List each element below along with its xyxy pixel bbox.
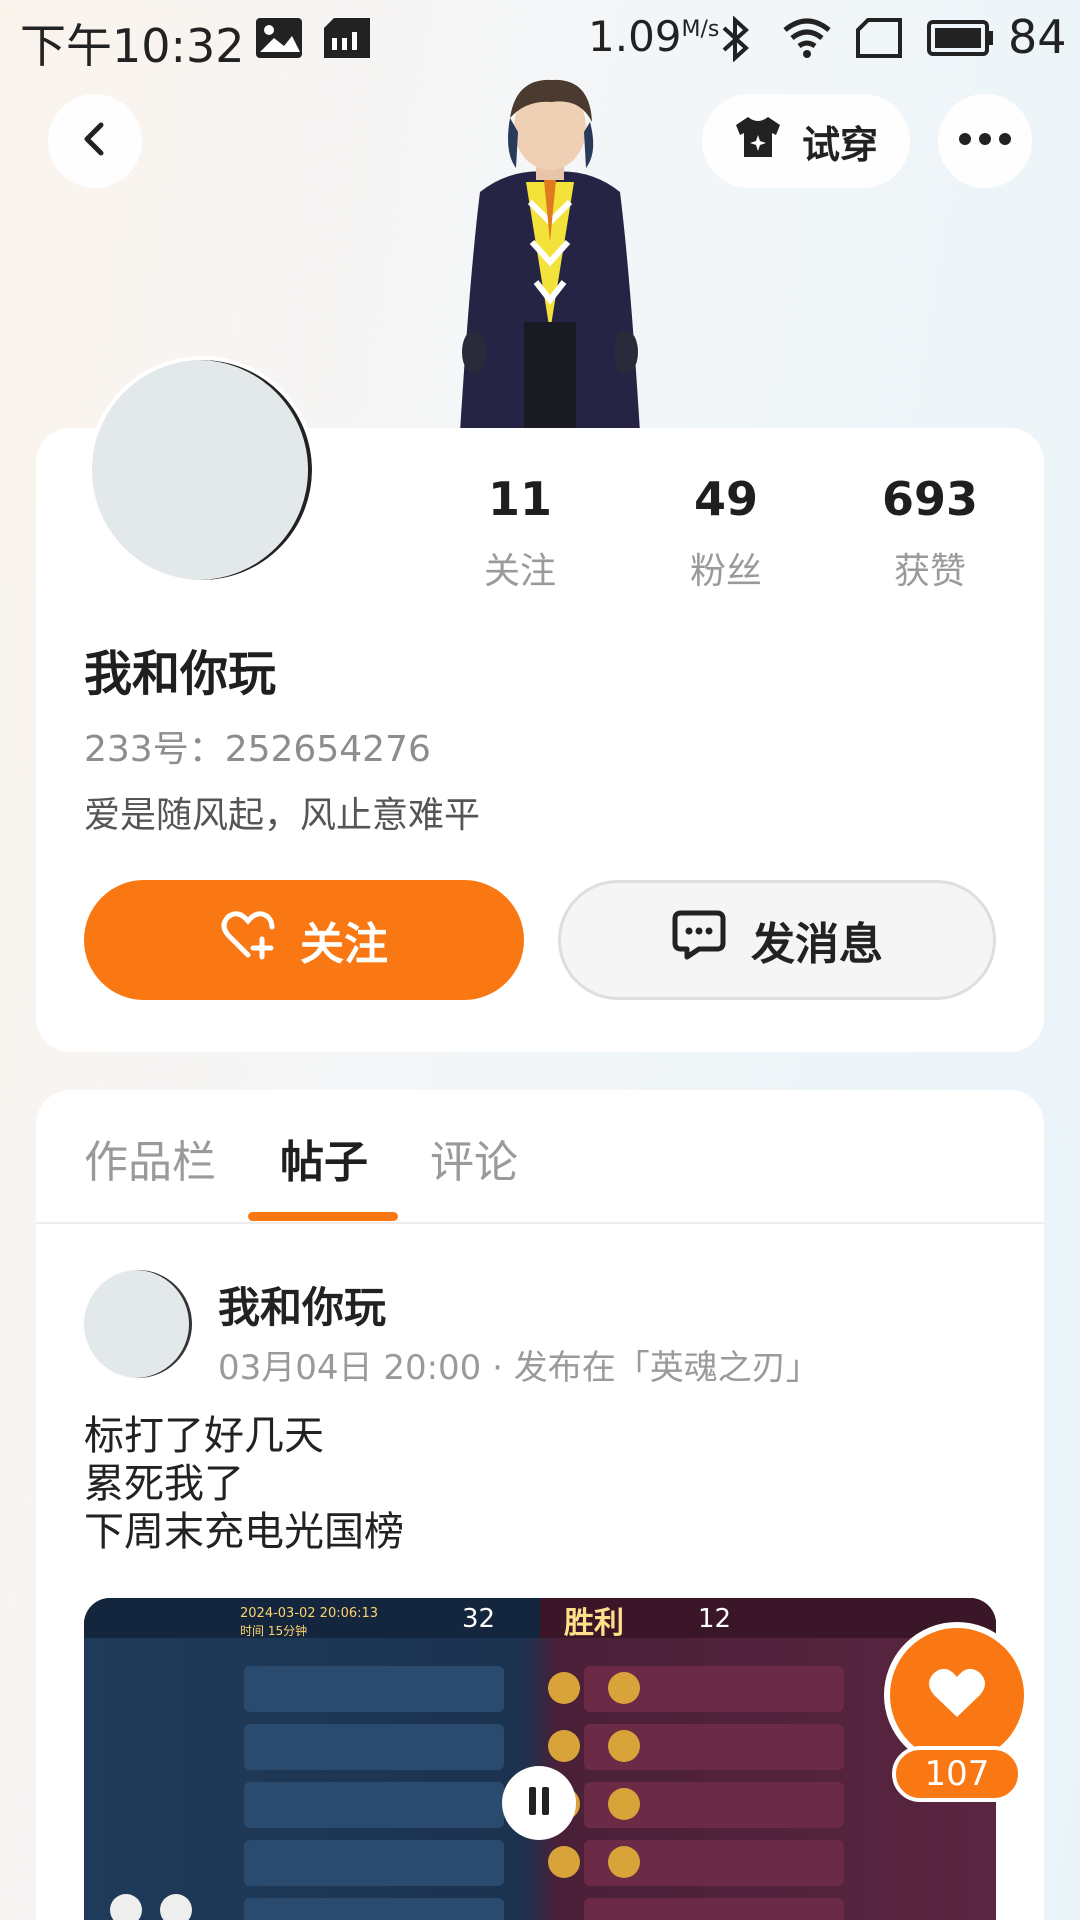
battery-level: 84 xyxy=(1008,10,1067,64)
screen-icon xyxy=(854,16,904,71)
bluetooth-icon xyxy=(720,15,752,73)
score-right: 12 xyxy=(698,1604,732,1634)
image-icon xyxy=(254,16,304,71)
post-text-line: 下周末充电光国榜 xyxy=(84,1509,404,1555)
stat-likes-count: 693 xyxy=(881,472,979,526)
heart-icon xyxy=(926,1665,988,1725)
like-count: 107 xyxy=(892,1746,1022,1802)
network-speed: 1.09M/s xyxy=(588,12,720,61)
tryon-label: 试穿 xyxy=(802,122,879,167)
shirt-icon xyxy=(732,113,784,170)
more-button[interactable] xyxy=(938,94,1032,188)
post-meta: 03月04日 20:00 · 发布在「英魂之刃」 xyxy=(218,1348,820,1388)
message-label: 发消息 xyxy=(751,919,883,970)
profile-username: 我和你玩 xyxy=(84,646,277,702)
stat-followers-count: 49 xyxy=(693,472,758,526)
more-horizontal-icon xyxy=(957,131,1013,151)
stat-following-count: 11 xyxy=(487,472,552,526)
stat-followers-label: 粉丝 xyxy=(689,551,762,592)
profile-avatar[interactable] xyxy=(88,356,316,584)
tryon-button[interactable]: 试穿 xyxy=(702,94,910,188)
post-video-thumbnail[interactable]: 2024-03-02 20:06:13 时间 15分钟 32 胜利 12 xyxy=(84,1598,996,1920)
chevron-left-icon xyxy=(75,119,115,163)
post-text-line: 标打了好几天 xyxy=(84,1413,324,1459)
stat-followers[interactable]: 49 粉丝 xyxy=(646,472,806,594)
status-time: 下午10:32 xyxy=(20,19,245,73)
sim-icon xyxy=(322,16,372,71)
profile-bio: 爱是随风起，风止意难平 xyxy=(84,795,481,836)
post-text-line: 累死我了 xyxy=(84,1461,244,1507)
match-result: 胜利 xyxy=(564,1606,624,1641)
profile-uid: 233号：252654276 xyxy=(84,729,431,770)
active-tab-indicator xyxy=(248,1212,398,1221)
tab-comments[interactable]: 评论 xyxy=(430,1126,518,1190)
tabs-divider xyxy=(36,1222,1044,1224)
post-text: 标打了好几天 累死我了 下周末充电光国榜 xyxy=(84,1412,404,1556)
post-author-avatar[interactable] xyxy=(84,1270,192,1378)
match-date: 2024-03-02 20:06:13 xyxy=(240,1606,379,1621)
stat-likes-label: 获赞 xyxy=(893,551,966,592)
match-duration: 时间 15分钟 xyxy=(240,1624,308,1638)
status-bar: 下午10:32 1.09M/s 84 xyxy=(0,0,1080,76)
stat-following-label: 关注 xyxy=(483,551,556,592)
pause-icon xyxy=(525,1785,553,1821)
follow-button[interactable]: 关注 xyxy=(84,880,524,1000)
avatar-character-illustration xyxy=(440,72,660,432)
chat-bubble-icon xyxy=(671,909,727,972)
follow-label: 关注 xyxy=(300,919,388,970)
stat-likes[interactable]: 693 获赞 xyxy=(850,472,1010,594)
battery-icon xyxy=(926,16,996,71)
heart-plus-icon xyxy=(220,909,278,972)
tab-posts[interactable]: 帖子 xyxy=(280,1126,368,1190)
score-left: 32 xyxy=(462,1604,496,1634)
stat-following[interactable]: 11 关注 xyxy=(440,472,600,594)
pause-button[interactable] xyxy=(502,1766,576,1840)
tab-works[interactable]: 作品栏 xyxy=(84,1126,216,1190)
back-button[interactable] xyxy=(48,94,142,188)
wifi-icon xyxy=(782,16,832,71)
post-author[interactable]: 我和你玩 xyxy=(218,1274,386,1335)
message-button[interactable]: 发消息 xyxy=(558,880,996,1000)
